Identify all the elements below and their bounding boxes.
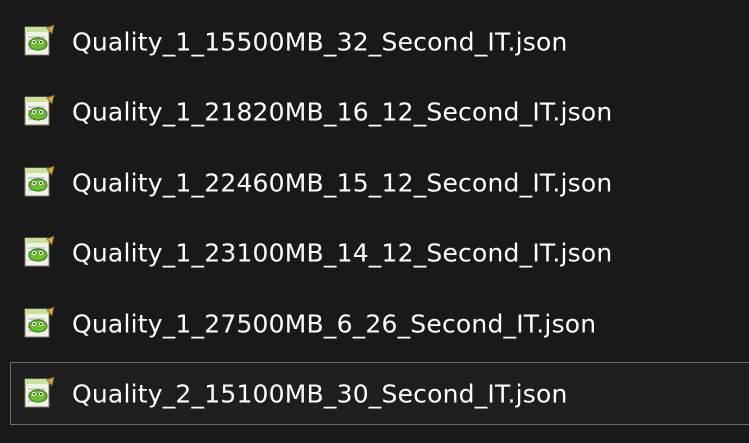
file-name: Quality_1_22460MB_15_12_Second_IT.json bbox=[72, 168, 613, 197]
json-file-icon bbox=[24, 164, 55, 196]
json-file-icon bbox=[24, 375, 55, 407]
file-name: Quality_1_27500MB_6_26_Second_IT.json bbox=[72, 309, 597, 338]
json-file-icon bbox=[24, 23, 55, 55]
file-row-3[interactable]: Quality_1_22460MB_15_12_Second_IT.json bbox=[10, 151, 749, 214]
json-file-icon bbox=[24, 234, 55, 266]
json-file-icon bbox=[24, 305, 55, 337]
file-row-1[interactable]: Quality_1_15500MB_32_Second_IT.json bbox=[10, 10, 749, 73]
file-row-5[interactable]: Quality_1_27500MB_6_26_Second_IT.json bbox=[10, 292, 749, 355]
file-row-4[interactable]: Quality_1_23100MB_14_12_Second_IT.json bbox=[10, 221, 749, 284]
file-row-6-selected[interactable]: Quality_2_15100MB_30_Second_IT.json bbox=[10, 362, 749, 425]
file-name: Quality_1_23100MB_14_12_Second_IT.json bbox=[72, 238, 613, 267]
file-row-2[interactable]: Quality_1_21820MB_16_12_Second_IT.json bbox=[10, 80, 749, 143]
file-name: Quality_1_15500MB_32_Second_IT.json bbox=[72, 27, 568, 56]
json-file-icon bbox=[24, 93, 55, 125]
file-list: Quality_1_15500MB_32_Second_IT.json Qual… bbox=[0, 0, 749, 443]
file-name: Quality_1_21820MB_16_12_Second_IT.json bbox=[72, 97, 613, 126]
file-name: Quality_2_15100MB_30_Second_IT.json bbox=[72, 379, 568, 408]
